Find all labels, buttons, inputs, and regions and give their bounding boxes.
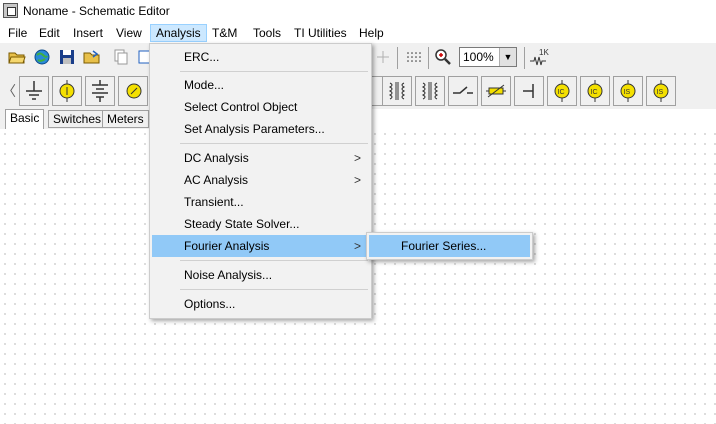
chevron-right-icon: >	[353, 239, 361, 253]
menu-help[interactable]: Help	[354, 24, 389, 42]
switch-icon[interactable]	[448, 76, 478, 106]
menu-item-fourier-series[interactable]: Fourier Series...	[369, 235, 530, 257]
menu-item-dc-analysis-label: DC Analysis	[184, 151, 249, 165]
transformer-icon[interactable]	[382, 76, 412, 106]
zoom-icon[interactable]	[432, 46, 454, 68]
menu-item-ac-analysis-label: AC Analysis	[184, 173, 249, 187]
menu-ti-utilities[interactable]: TI Utilities	[289, 24, 352, 42]
grid-icon[interactable]	[402, 46, 424, 68]
menu-insert[interactable]: Insert	[68, 24, 108, 42]
chevron-down-icon[interactable]: ▼	[499, 48, 516, 66]
menu-file[interactable]: File	[3, 24, 32, 42]
varistor-icon[interactable]	[481, 76, 511, 106]
battery-icon[interactable]	[85, 76, 115, 106]
capacitor-icon[interactable]	[514, 76, 544, 106]
fourier-submenu: Fourier Series...	[366, 232, 533, 260]
app-icon	[3, 3, 18, 18]
transformer2-icon[interactable]	[415, 76, 445, 106]
is-source-icon[interactable]: IS	[613, 76, 643, 106]
menu-item-erc[interactable]: ERC...	[152, 46, 369, 68]
menu-tm[interactable]: T&M	[207, 24, 242, 42]
zoom-value: 100%	[463, 50, 494, 64]
menu-item-steady-state-solver[interactable]: Steady State Solver...	[152, 213, 369, 235]
menu-item-options[interactable]: Options...	[152, 293, 369, 315]
svg-text:IC: IC	[558, 89, 565, 96]
menu-item-transient[interactable]: Transient...	[152, 191, 369, 213]
save-icon[interactable]	[56, 46, 78, 68]
menu-item-fourier-analysis-label: Fourier Analysis	[184, 239, 270, 253]
scroll-left-icon[interactable]: 〈	[2, 77, 16, 105]
svg-text:IS: IS	[657, 89, 664, 96]
menu-item-ac-analysis[interactable]: AC Analysis >	[152, 169, 369, 191]
parts-tabs: Basic Switches Meters	[0, 109, 150, 129]
menu-edit[interactable]: Edit	[34, 24, 65, 42]
tab-basic[interactable]: Basic	[5, 109, 45, 129]
chevron-right-icon: >	[353, 173, 361, 187]
menu-item-fourier-analysis[interactable]: Fourier Analysis >	[152, 235, 369, 257]
junction-icon[interactable]	[372, 46, 394, 68]
window-title: Noname - Schematic Editor	[23, 4, 170, 18]
menu-view[interactable]: View	[111, 24, 147, 42]
menu-item-noise-analysis[interactable]: Noise Analysis...	[152, 264, 369, 286]
ic-source-icon[interactable]: IC	[547, 76, 577, 106]
analysis-menu: ERC... Mode... Select Control Object Set…	[149, 43, 372, 319]
title-bar: Noname - Schematic Editor	[0, 0, 716, 22]
svg-text:1K: 1K	[539, 48, 549, 57]
menu-item-dc-analysis[interactable]: DC Analysis >	[152, 147, 369, 169]
svg-text:IS: IS	[624, 89, 631, 96]
menu-item-mode[interactable]: Mode...	[152, 74, 369, 96]
meter-icon[interactable]	[118, 76, 148, 106]
menu-item-set-analysis-parameters[interactable]: Set Analysis Parameters...	[152, 118, 369, 140]
tab-meters[interactable]: Meters	[102, 110, 149, 128]
menu-analysis[interactable]: Analysis	[150, 24, 207, 42]
copy-icon[interactable]	[110, 46, 132, 68]
open-folder-icon[interactable]	[81, 46, 103, 68]
zoom-select[interactable]: 100% ▼	[459, 47, 517, 67]
menu-tools[interactable]: Tools	[248, 24, 286, 42]
ground-icon[interactable]	[19, 76, 49, 106]
menu-item-select-control-object[interactable]: Select Control Object	[152, 96, 369, 118]
svg-text:IC: IC	[591, 89, 598, 96]
globe-icon[interactable]	[31, 46, 53, 68]
voltage-source-icon[interactable]	[52, 76, 82, 106]
tab-switches[interactable]: Switches	[48, 110, 107, 128]
open-icon[interactable]	[6, 46, 28, 68]
menu-bar: File Edit Insert View Analysis T&M Tools…	[0, 22, 716, 43]
ic-source2-icon[interactable]: IC	[580, 76, 610, 106]
is-source2-icon[interactable]: IS	[646, 76, 676, 106]
resistor-tool-icon[interactable]: 1K	[528, 46, 550, 68]
chevron-right-icon: >	[353, 151, 361, 165]
